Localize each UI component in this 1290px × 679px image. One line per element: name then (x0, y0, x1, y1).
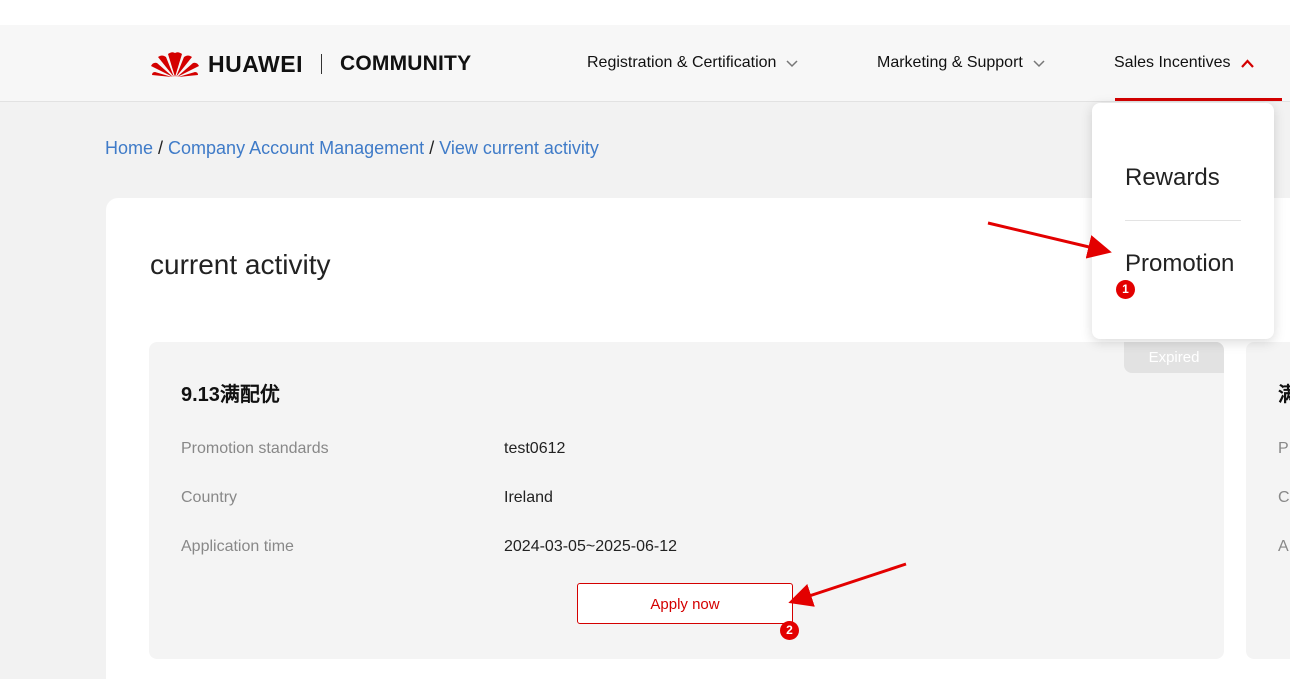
arrow-to-apply-button (788, 562, 907, 607)
annotation-arrows (788, 221, 1112, 607)
annotation-marker-2: 2 (780, 621, 799, 640)
arrow-to-promotion (987, 221, 1112, 259)
annotation-marker-1: 1 (1116, 280, 1135, 299)
